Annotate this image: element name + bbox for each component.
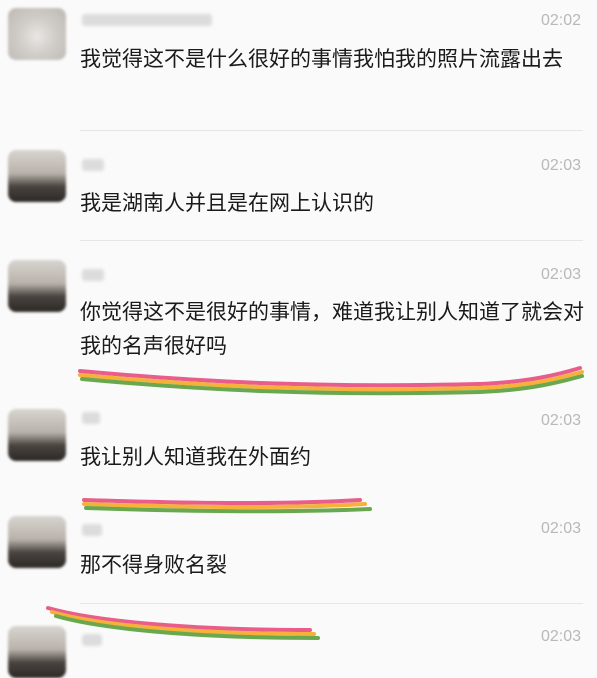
sender-name-blurred bbox=[82, 269, 104, 281]
avatar[interactable] bbox=[8, 8, 66, 60]
message-time: 02:03 bbox=[540, 520, 581, 537]
sender-name-blurred bbox=[82, 159, 104, 171]
chat-message[interactable]: 02:03 我让别人知道我在外面约 bbox=[0, 392, 597, 502]
message-time: 02:03 bbox=[540, 628, 581, 645]
message-text: 我让别人知道我在外面约 bbox=[80, 445, 311, 469]
avatar[interactable] bbox=[8, 409, 66, 461]
sender-name-blurred bbox=[82, 412, 100, 424]
message-time: 02:02 bbox=[540, 12, 581, 29]
message-time: 02:03 bbox=[540, 412, 581, 429]
chat-message[interactable]: 02:03 你觉得这不是很好的事情，难道我让别人知道了就会对我的名声很好吗 bbox=[0, 241, 597, 401]
divider bbox=[80, 603, 583, 604]
message-text: 那不得身败名裂 bbox=[80, 553, 227, 577]
chat-message[interactable]: 02:03 我是湖南人并且是在网上认识的 bbox=[0, 131, 597, 241]
avatar[interactable] bbox=[8, 626, 66, 678]
message-text: 你觉得这不是很好的事情，难道我让别人知道了就会对我的名声很好吗 bbox=[80, 300, 584, 358]
avatar[interactable] bbox=[8, 260, 66, 312]
avatar[interactable] bbox=[8, 516, 66, 568]
message-time: 02:03 bbox=[540, 157, 581, 174]
chat-message[interactable]: 02:03 那不得身败名裂 bbox=[0, 502, 597, 612]
message-text: 我是湖南人并且是在网上认识的 bbox=[80, 191, 374, 215]
chat-message[interactable]: 02:03 bbox=[0, 612, 597, 678]
message-text: 我觉得这不是什么很好的事情我怕我的照片流露出去 bbox=[80, 47, 563, 71]
chat-message[interactable]: 02:02 我觉得这不是什么很好的事情我怕我的照片流露出去 bbox=[0, 0, 597, 131]
avatar[interactable] bbox=[8, 150, 66, 202]
message-time: 02:03 bbox=[540, 266, 581, 283]
sender-name-blurred bbox=[82, 14, 212, 26]
sender-name-blurred bbox=[82, 634, 102, 646]
sender-name-blurred bbox=[82, 524, 102, 536]
